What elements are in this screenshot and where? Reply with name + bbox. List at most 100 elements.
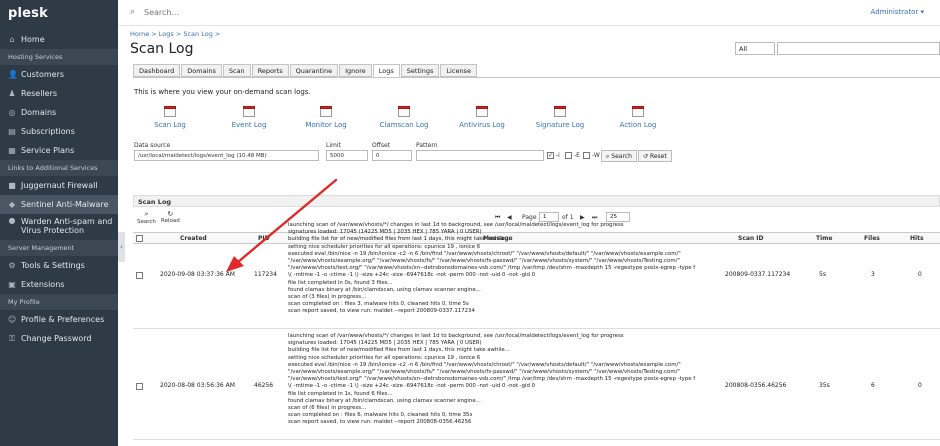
search-icon: ⌕ bbox=[144, 210, 149, 218]
user-menu[interactable]: Administrator ▾ bbox=[871, 8, 924, 16]
search-icon: ⌕ bbox=[130, 7, 136, 17]
filter-input[interactable] bbox=[777, 42, 940, 55]
log-link-label: Antivirus Log bbox=[459, 121, 505, 129]
cell-files: 6 bbox=[871, 382, 875, 389]
shield-icon: ◆ bbox=[8, 199, 16, 209]
table-row[interactable]: 2020-08-08 03:56:36 AM 46256 200808-0356.4… bbox=[133, 330, 940, 440]
domains-icon: ◎ bbox=[8, 107, 16, 117]
sidebar-item-text: Warden Anti-spam and Virus Protection bbox=[21, 217, 112, 235]
opt-e-checkbox[interactable] bbox=[565, 152, 572, 159]
data-source-select[interactable]: /usr/local/maldetect/logs/event_log (10.… bbox=[134, 150, 319, 161]
sidebar-item[interactable]: ♟ Resellers bbox=[0, 84, 118, 103]
opt-e-label: -E bbox=[574, 152, 580, 159]
opt-i-label: -i bbox=[556, 152, 560, 159]
sidebar-item[interactable]: ▣ Extensions bbox=[0, 275, 118, 294]
sidebar-item-label: Sentinel Anti-Malware bbox=[21, 200, 109, 209]
message-line: \( -mtime -1 -o -ctime -1 \) -size +24c … bbox=[288, 272, 536, 279]
table-row[interactable]: 2020-09-08 03:37:36 AM 117234 200809-0337.… bbox=[133, 219, 940, 329]
sidebar-nav: ⌂ Home Hosting Services 👤 Customers ♟ Reseller… bbox=[0, 30, 118, 348]
sidebar-item-text: Home bbox=[21, 35, 45, 44]
sidebar-item[interactable]: ◆ Sentinel Anti-Malware bbox=[0, 195, 118, 214]
customers-icon: 👤 bbox=[8, 69, 18, 79]
cell-files: 3 bbox=[871, 271, 875, 278]
sidebar-section: My Profile bbox=[0, 294, 118, 310]
log-link-label: Monitor Log bbox=[305, 121, 347, 129]
plesk-logo[interactable]: plesk bbox=[0, 0, 118, 30]
global-search-input[interactable]: Search... bbox=[144, 8, 179, 17]
tab-scan[interactable]: Scan bbox=[222, 64, 251, 77]
sidebar-item[interactable]: ⌂ Home bbox=[0, 30, 118, 49]
message-line: scan of (6 files) in progress... bbox=[288, 405, 367, 412]
sidebar-item-text: Subscriptions bbox=[21, 127, 75, 136]
intro-text: This is where you view your on-demand sc… bbox=[134, 88, 311, 96]
message-line: scan of (3 files) in progress... bbox=[288, 294, 367, 301]
sidebar-item-label: Domains bbox=[21, 108, 57, 117]
search-button[interactable]: ⌕ Search bbox=[601, 150, 637, 162]
log-link-label: Action Log bbox=[619, 121, 657, 129]
sidebar-item[interactable]: ⚿ Change Password bbox=[0, 329, 118, 348]
sidebar-item-label: Customers bbox=[21, 70, 65, 79]
resellers-icon: ♟ bbox=[8, 88, 16, 98]
tools-icon: ⚙ bbox=[8, 260, 16, 270]
cell-created: 2020-09-08 03:37:36 AM bbox=[160, 271, 235, 278]
sidebar-item-label: Change Password bbox=[21, 334, 92, 343]
profile-icon: ☺ bbox=[8, 314, 17, 324]
sidebar-item-label: Resellers bbox=[21, 89, 58, 98]
log-link-scan-log[interactable]: Scan Log bbox=[140, 106, 200, 129]
sidebar-item-text: Juggernaut Firewall bbox=[21, 181, 98, 190]
reset-button[interactable]: ↺ Reset bbox=[638, 150, 672, 162]
offset-label: Offset bbox=[372, 142, 391, 149]
filter-select[interactable]: All bbox=[735, 42, 775, 55]
row-checkbox[interactable] bbox=[136, 383, 143, 390]
sidebar-item[interactable]: 👤 Customers bbox=[0, 65, 118, 84]
message-line: file list completed in 1s, found 6 files… bbox=[288, 390, 393, 397]
tab-settings[interactable]: Settings bbox=[400, 64, 440, 77]
opt-i-checkbox[interactable]: ✓ bbox=[547, 152, 554, 159]
message-line: setting nice scheduler priorities for al… bbox=[288, 243, 481, 250]
sidebar-item[interactable]: ▦ Service Plans bbox=[0, 141, 118, 160]
extensions-icon: ▣ bbox=[8, 279, 16, 289]
sidebar-item[interactable]: ⚙ Tools & Settings bbox=[0, 256, 118, 275]
reload-icon: ↻ bbox=[167, 210, 174, 218]
sidebar-item-text: Service Plans bbox=[21, 146, 74, 155]
sidebar-item[interactable]: ▤ Subscriptions bbox=[0, 122, 118, 141]
sidebar: plesk ⌂ Home Hosting Services 👤 Customers ♟ Re… bbox=[0, 0, 118, 446]
log-link-signature-log[interactable]: Signature Log bbox=[530, 106, 590, 129]
tab-dashboard[interactable]: Dashboard bbox=[133, 64, 181, 77]
limit-select[interactable]: 5000 bbox=[326, 150, 368, 161]
message-line: "/var/www/vhosts/example.org/" "/var/www… bbox=[288, 258, 680, 265]
firewall-icon: ■ bbox=[8, 180, 16, 190]
warden-icon: ● bbox=[8, 216, 16, 225]
breadcrumb[interactable]: Home > Logs > Scan Log > bbox=[130, 30, 220, 38]
row-checkbox[interactable] bbox=[136, 272, 143, 279]
sidebar-item-label: Tools & Settings bbox=[21, 261, 85, 270]
offset-select[interactable]: 0 bbox=[372, 150, 412, 161]
sidebar-item[interactable]: ■ Juggernaut Firewall bbox=[0, 176, 118, 195]
tab-quarantine[interactable]: Quarantine bbox=[289, 64, 339, 77]
sidebar-item-text: Tools & Settings bbox=[21, 261, 85, 270]
tab-ignore[interactable]: Ignore bbox=[339, 64, 372, 77]
limit-label: Limit bbox=[326, 142, 341, 149]
sidebar-collapse-handle[interactable]: ‹ bbox=[118, 232, 125, 262]
tab-domains[interactable]: Domains bbox=[181, 64, 222, 77]
message-line: scan completed on : files 3, malware hit… bbox=[288, 301, 469, 308]
cell-time: 35s bbox=[819, 382, 830, 389]
tab-logs[interactable]: Logs bbox=[372, 64, 400, 77]
log-link-clamscan-log[interactable]: Clamscan Log bbox=[374, 106, 434, 129]
opt-w-checkbox[interactable] bbox=[583, 152, 590, 159]
tab-reports[interactable]: Reports bbox=[251, 64, 289, 77]
reset-button-label: Reset bbox=[649, 153, 667, 160]
log-link-action-log[interactable]: Action Log bbox=[608, 106, 668, 129]
sidebar-item[interactable]: ☺ Profile & Preferences bbox=[0, 310, 118, 329]
tab-license[interactable]: License bbox=[440, 64, 477, 77]
log-link-monitor-log[interactable]: Monitor Log bbox=[296, 106, 356, 129]
cell-scan-id: 200808-0356.46256 bbox=[725, 382, 787, 389]
message-line: found clamav binary at /bin/clamdscan, u… bbox=[288, 397, 481, 404]
sidebar-item[interactable]: ● Warden Anti-spam and Virus Protection bbox=[0, 214, 118, 240]
pattern-input[interactable] bbox=[416, 150, 544, 161]
sidebar-item[interactable]: ◎ Domains bbox=[0, 103, 118, 122]
sidebar-section: Server Management bbox=[0, 240, 118, 256]
log-link-antivirus-log[interactable]: Antivirus Log bbox=[452, 106, 512, 129]
log-link-event-log[interactable]: Event Log bbox=[219, 106, 279, 129]
sidebar-item-text: Sentinel Anti-Malware bbox=[21, 200, 108, 209]
